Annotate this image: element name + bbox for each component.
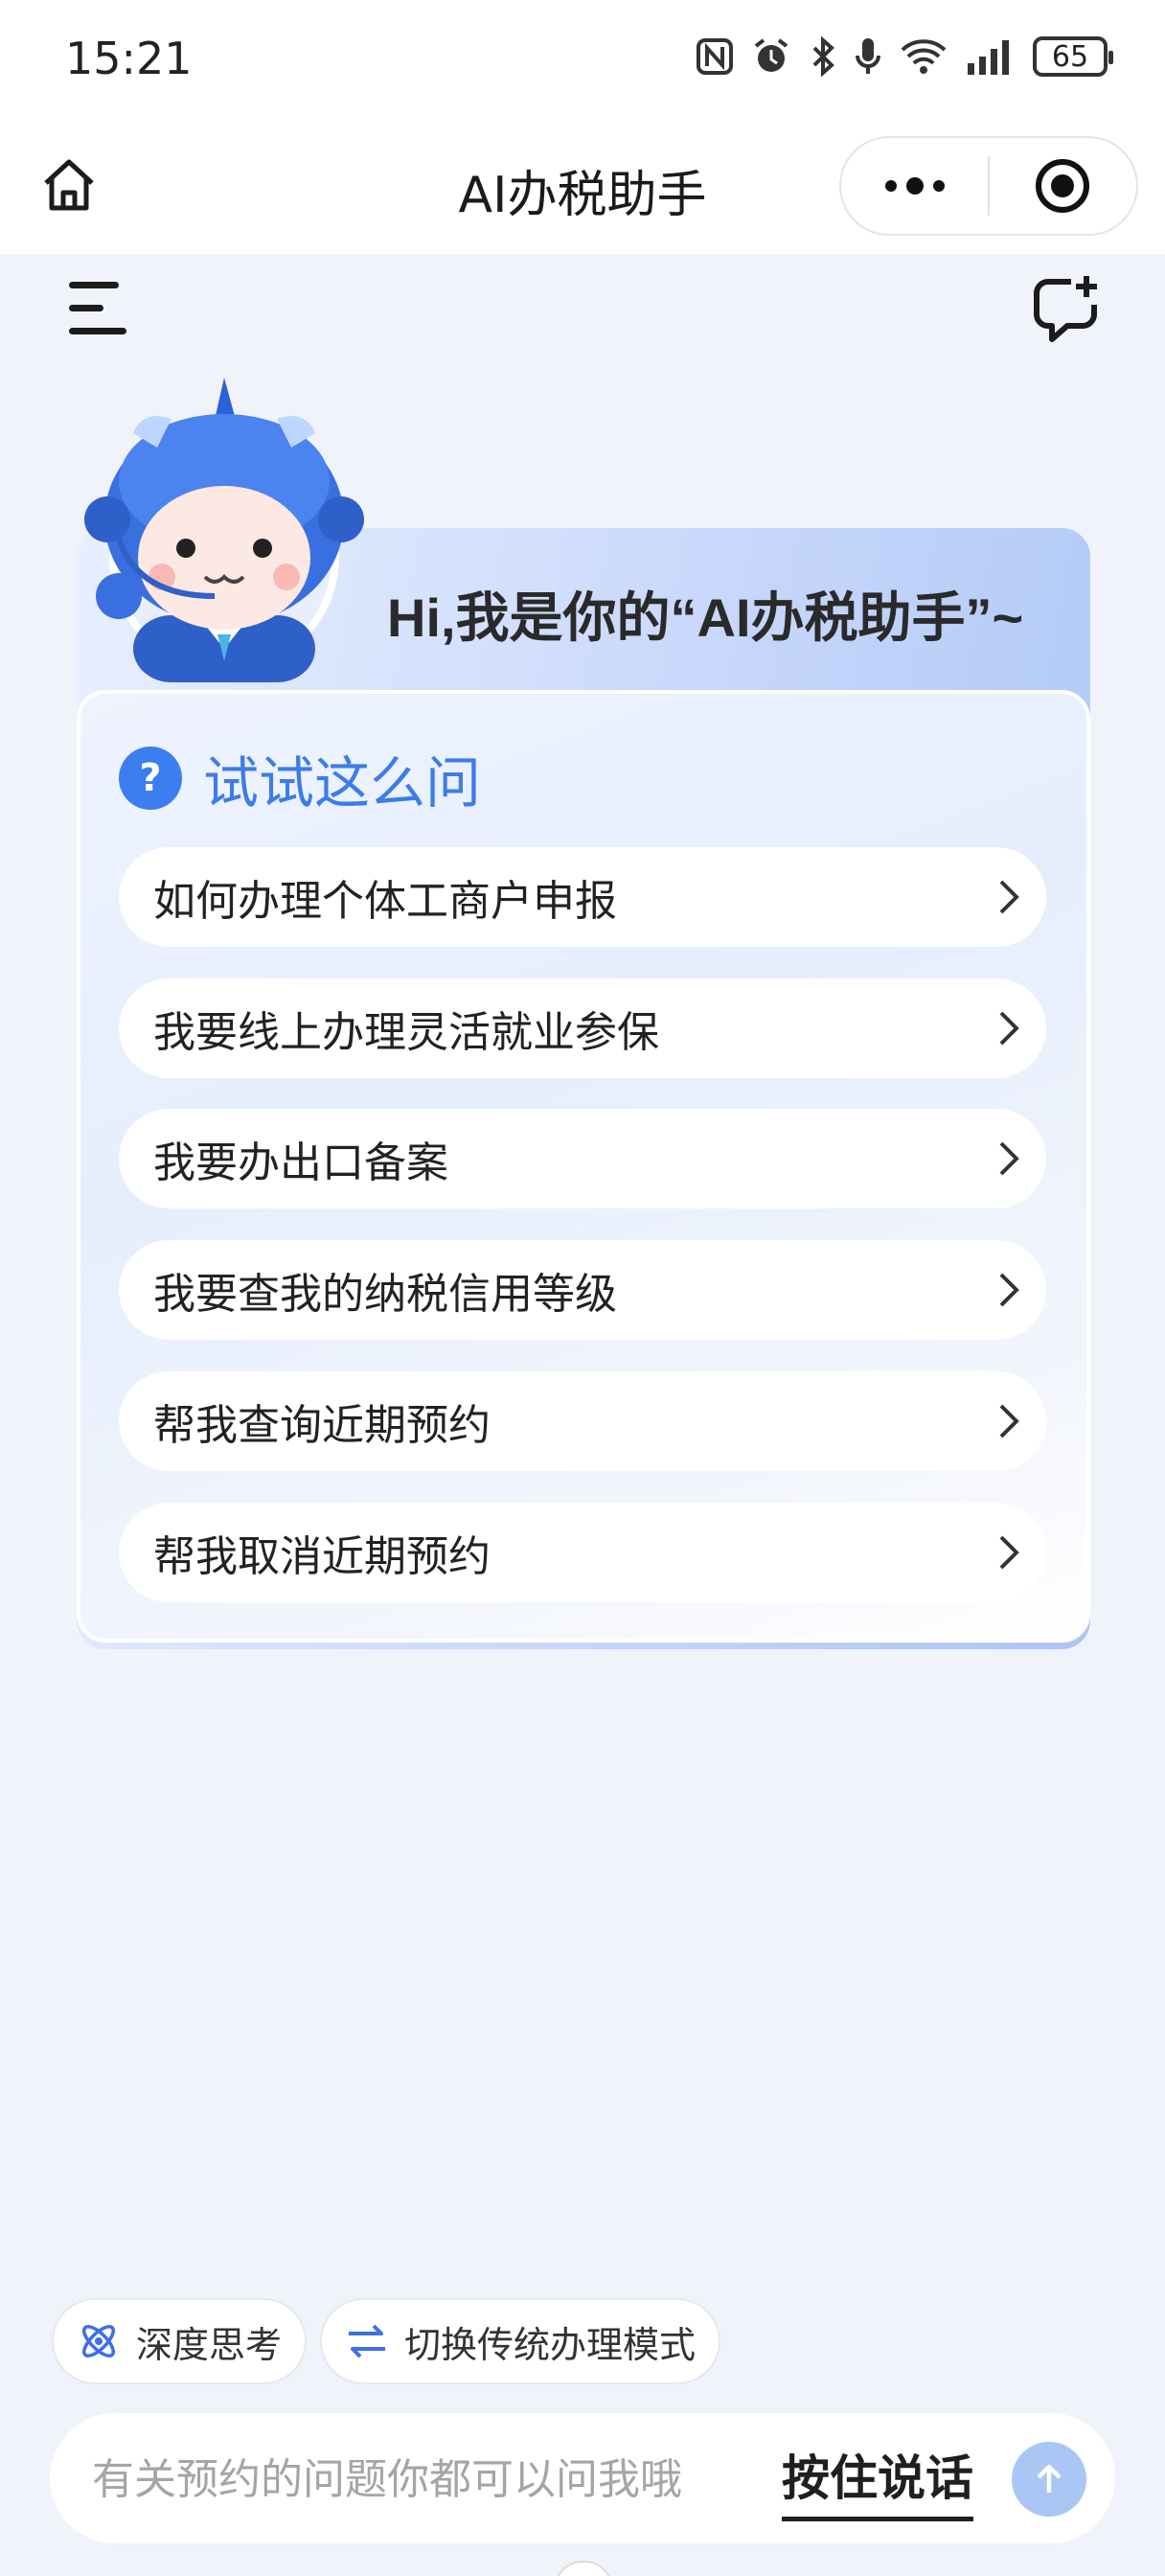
suggestion-title: 试试这么问 — [203, 750, 482, 816]
suggestion-header: ? 试试这么问 — [119, 738, 481, 818]
target-circle-icon — [1036, 159, 1090, 213]
suggestion-label: 我要线上办理灵活就业参保 — [153, 1008, 659, 1057]
ai-assistant-mascot — [84, 378, 364, 682]
chevron-right-icon — [970, 978, 1046, 1078]
suggestion-label: 帮我取消近期预约 — [153, 1532, 491, 1581]
arrow-up-icon — [1037, 2464, 1062, 2493]
chevron-right-icon — [970, 847, 1046, 947]
greeting-text: Hi,我是你的“AI办税助手”~ — [387, 587, 1024, 648]
scroll-indicator — [554, 2561, 613, 2576]
close-button[interactable] — [990, 138, 1136, 234]
send-button[interactable] — [1012, 2442, 1086, 2517]
mini-program-capsule — [839, 136, 1138, 236]
wifi-icon — [901, 39, 947, 74]
switch-mode-button[interactable]: 切换传统办理模式 — [320, 2298, 721, 2384]
suggestion-item[interactable]: 我要办出口备案 — [119, 1109, 1046, 1208]
suggestion-item[interactable]: 如何办理个体工商户申报 — [119, 847, 1046, 947]
menu-button[interactable] — [65, 278, 132, 339]
menu-icon — [69, 282, 119, 288]
chevron-right-icon — [970, 1109, 1046, 1208]
hold-to-talk-button[interactable]: 按住说话 — [782, 2440, 973, 2521]
deep-think-label: 深度思考 — [136, 2323, 283, 2366]
status-time: 15:21 — [65, 33, 193, 84]
suggestion-item[interactable]: 我要线上办理灵活就业参保 — [119, 978, 1046, 1078]
status-bar: 15:21 65 — [0, 0, 1165, 120]
nav-bar: AI办税助手 — [0, 120, 1165, 254]
suggestion-label: 如何办理个体工商户申报 — [153, 877, 617, 926]
more-button[interactable] — [841, 138, 988, 234]
suggestion-item[interactable]: 我要查我的纳税信用等级 — [119, 1240, 1046, 1340]
chat-input-bar: 按住说话 — [50, 2413, 1115, 2543]
suggestion-item[interactable]: 帮我查询近期预约 — [119, 1371, 1046, 1471]
new-chat-icon — [1034, 276, 1097, 342]
deep-think-toggle[interactable]: 深度思考 — [52, 2298, 308, 2384]
battery-icon: 65 — [1033, 36, 1113, 77]
signal-icon — [968, 40, 1009, 75]
menu-icon-line — [69, 305, 103, 311]
suggestion-label: 帮我查询近期预约 — [153, 1401, 491, 1450]
suggestion-label: 我要查我的纳税信用等级 — [153, 1270, 617, 1319]
more-dots-icon — [884, 177, 945, 195]
alarm-icon — [754, 38, 788, 72]
new-chat-button[interactable] — [1029, 272, 1106, 349]
status-icons: 65 — [696, 36, 1113, 77]
switch-mode-label: 切换传统办理模式 — [404, 2323, 697, 2366]
nfc-icon — [697, 38, 733, 75]
chevron-right-icon — [970, 1371, 1046, 1471]
suggestion-item[interactable]: 帮我取消近期预约 — [119, 1503, 1046, 1602]
bluetooth-icon — [812, 36, 834, 77]
question-icon: ? — [119, 747, 182, 810]
chevron-right-icon — [970, 1503, 1046, 1602]
suggestion-label: 我要办出口备案 — [153, 1138, 448, 1187]
chat-input[interactable] — [92, 2446, 782, 2513]
menu-icon-line — [69, 328, 126, 334]
chevron-right-icon — [970, 1240, 1046, 1340]
atom-icon — [82, 2325, 115, 2358]
mic-icon — [856, 38, 880, 74]
swap-arrows-icon — [349, 2324, 385, 2358]
